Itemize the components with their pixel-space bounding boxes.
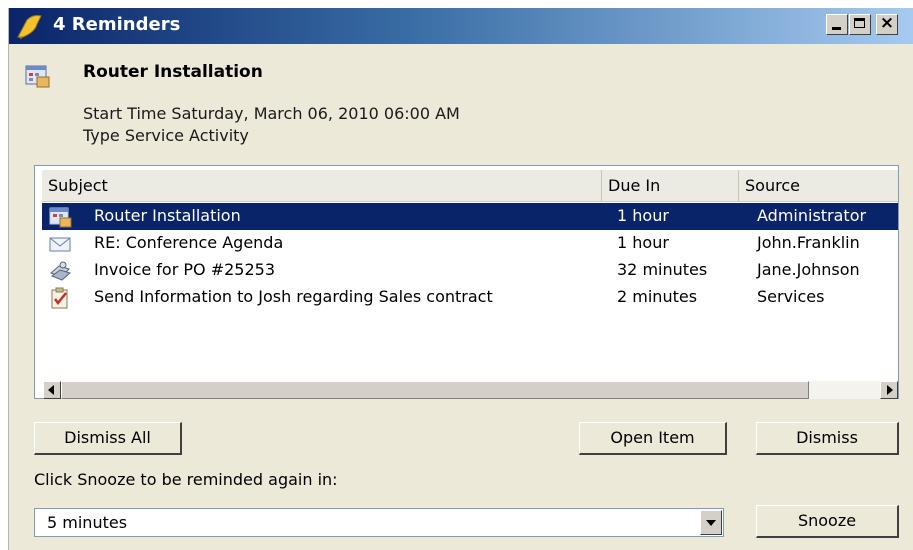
snooze-button[interactable]: Snooze [756,505,899,538]
scrollbar-thumb[interactable] [61,381,809,399]
type-text: Type Service Activity [83,126,249,145]
due-in-cell: 1 hour [617,233,669,252]
service-activity-icon [49,207,72,228]
scroll-left-button[interactable] [43,381,61,399]
column-header-due-in[interactable]: Due In [602,170,739,201]
subject-cell: Router Installation [94,206,241,225]
chevron-down-icon [706,520,716,526]
list-item[interactable]: Invoice for PO #25253 32 minutes Jane.Jo… [42,257,898,284]
email-icon [49,237,71,252]
close-button[interactable]: × [876,13,898,35]
dismiss-all-button[interactable]: Dismiss All [34,422,182,455]
title-bar[interactable]: 4 Reminders × [9,8,913,44]
start-time-text: Start Time Saturday, March 06, 2010 06:0… [83,104,460,123]
minimize-button[interactable] [826,14,848,35]
source-cell: Administrator [757,206,867,225]
maximize-icon [854,18,865,28]
scroll-right-button[interactable] [880,381,898,399]
list-item[interactable]: RE: Conference Agenda 1 hour John.Frankl… [42,230,898,257]
open-item-button[interactable]: Open Item [579,422,727,455]
task-icon [51,287,68,309]
dropdown-button[interactable] [700,510,722,535]
list-item[interactable]: Send Information to Josh regarding Sales… [42,284,898,311]
invoice-icon [50,261,72,281]
source-cell: Services [757,287,825,306]
due-in-cell: 1 hour [617,206,669,225]
arrow-right-icon [887,385,893,395]
maximize-button[interactable] [849,14,871,35]
column-header-subject[interactable]: Subject [42,170,602,201]
reminder-list[interactable]: Subject Due In Source Router Installatio… [34,165,899,399]
reminders-window: 4 Reminders × Router Installation Start … [8,8,913,550]
due-in-cell: 32 minutes [617,260,708,279]
source-cell: John.Franklin [757,233,860,252]
arrow-left-icon [48,385,54,395]
subject-cell: Send Information to Josh regarding Sales… [94,287,493,306]
minimize-icon [832,27,841,30]
snooze-label: Click Snooze to be reminded again in: [34,470,338,489]
snooze-time-dropdown[interactable]: 5 minutes [34,508,724,537]
subject-cell: RE: Conference Agenda [94,233,284,252]
window-title: 4 Reminders [53,14,181,35]
dismiss-button[interactable]: Dismiss [756,422,899,455]
source-cell: Jane.Johnson [757,260,860,279]
snooze-time-value: 5 minutes [47,513,128,532]
service-activity-icon [25,65,50,88]
list-item[interactable]: Router Installation 1 hour Administrator [42,203,898,230]
reminder-title: Router Installation [83,62,263,82]
subject-cell: Invoice for PO #25253 [94,260,276,279]
bell-icon [17,15,42,39]
horizontal-scrollbar[interactable] [43,381,898,399]
due-in-cell: 2 minutes [617,287,698,306]
close-icon: × [879,13,895,33]
list-header: Subject Due In Source [42,170,898,202]
column-header-source[interactable]: Source [739,170,898,201]
